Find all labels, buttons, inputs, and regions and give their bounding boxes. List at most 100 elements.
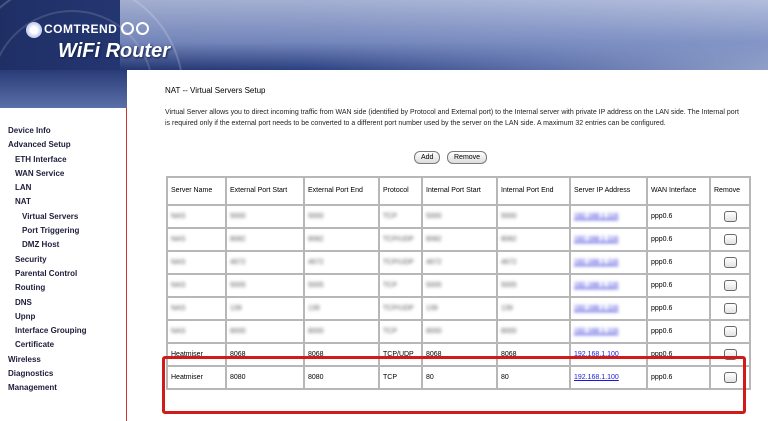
server-ip-link-text[interactable]: 192.168.1.100 [574,374,619,381]
page-title: NAT -- Virtual Servers Setup [165,86,266,95]
external-port-end-cell: 8080 [305,367,378,388]
internal-port-start-cell-text: 5005 [426,282,442,289]
server-name-cell: NAS [168,252,225,273]
internal-port-start-cell-text: 8000 [426,328,442,335]
remove-checkbox[interactable] [723,326,737,337]
server-name-cell: Heatmiser [168,367,225,388]
sidebar-item-interface-grouping[interactable]: Interface Grouping [8,324,87,338]
external-port-end-cell: 8082 [305,229,378,250]
sidebar-item-routing[interactable]: Routing [8,281,87,295]
internal-port-end-cell: 4672 [498,252,569,273]
sidebar-nav: Device Info Advanced Setup ETH Interface WA… [8,124,87,396]
protocol-cell: TCP/UDP [380,252,421,273]
external-port-start-cell-text: 5005 [230,282,246,289]
table-row: Heatmiser 8080 8080 TCP 80 80 192.168.1.100 ppp… [168,367,749,388]
sidebar-item-nat[interactable]: NAT [8,195,87,209]
sidebar: Device Info Advanced Setup ETH Interface WA… [0,108,127,421]
internal-port-start-cell-text: 139 [426,305,438,312]
wan-interface-cell-text: ppp0.6 [651,374,673,381]
protocol-cell-text: TCP [383,282,397,289]
remove-checkbox[interactable] [723,372,737,383]
external-port-start-cell: 139 [227,298,303,319]
sidebar-item-port-triggering[interactable]: Port Triggering [8,224,87,238]
sidebar-item-diagnostics[interactable]: Diagnostics [8,367,87,381]
remove-checkbox[interactable] [723,257,737,268]
remove-cell [711,321,749,342]
sidebar-item-virtual-servers[interactable]: Virtual Servers [8,210,87,224]
external-port-start-cell: 8000 [227,321,303,342]
server-ip-link-text[interactable]: 192.168.1.116 [574,328,618,335]
sidebar-item-certificate[interactable]: Certificate [8,338,87,352]
server-name-cell: NAS [168,321,225,342]
internal-port-end-cell-text: 8000 [501,328,517,335]
col-protocol: Protocol [380,178,421,204]
wan-interface-cell-text: ppp0.6 [651,213,673,220]
remove-cell [711,275,749,296]
external-port-end-cell-text: 139 [308,305,320,312]
col-internal-port-end: Internal Port End [498,178,569,204]
remove-cell [711,344,749,365]
sidebar-item-dmz-host[interactable]: DMZ Host [8,238,87,252]
col-wan-interface: WAN Interface [648,178,709,204]
wan-interface-cell: ppp0.6 [648,252,709,273]
sidebar-item-security[interactable]: Security [8,253,87,267]
server-ip-link-text[interactable]: 192.168.1.116 [574,236,618,243]
protocol-cell: TCP/UDP [380,229,421,250]
sidebar-item-wireless[interactable]: Wireless [8,353,87,367]
remove-checkbox[interactable] [723,280,737,291]
internal-port-end-cell: 80 [498,367,569,388]
sidebar-item-management[interactable]: Management [8,381,87,395]
external-port-start-cell: 8068 [227,344,303,365]
rings-icon [121,22,151,38]
sidebar-item-wan-service[interactable]: WAN Service [8,167,87,181]
sidebar-item-dns[interactable]: DNS [8,296,87,310]
sidebar-item-eth-interface[interactable]: ETH Interface [8,153,87,167]
server-ip-link-text[interactable]: 192.168.1.116 [574,259,618,266]
remove-checkbox[interactable] [723,349,737,360]
remove-checkbox[interactable] [723,211,737,222]
internal-port-start-cell: 5000 [423,206,496,227]
server-ip-link: 192.168.1.116 [571,275,646,296]
server-ip-link-text[interactable]: 192.168.1.116 [574,305,618,312]
remove-checkbox[interactable] [723,303,737,314]
server-name-cell-text: Heatmiser [171,374,203,381]
table-row: NAS 4672 4672 TCP/UDP 4672 4672 192.168.1.116 p… [168,252,749,273]
server-ip-link-text[interactable]: 192.168.1.116 [574,213,618,220]
internal-port-end-cell-text: 5005 [501,282,517,289]
server-ip-link: 192.168.1.100 [571,344,646,365]
page-description: Virtual Server allows you to direct inco… [165,109,739,127]
remove-button[interactable]: Remove [447,151,488,164]
internal-port-end-cell: 8068 [498,344,569,365]
sun-icon [26,22,42,38]
server-ip-link-text[interactable]: 192.168.1.100 [574,351,619,358]
sidebar-item-advanced-setup[interactable]: Advanced Setup [8,138,87,152]
sidebar-item-device-info[interactable]: Device Info [8,124,87,138]
server-name-cell: Heatmiser [168,344,225,365]
external-port-end-cell-text: 8080 [308,374,324,381]
col-server-name: Server Name [168,178,225,204]
sidebar-item-parental-control[interactable]: Parental Control [8,267,87,281]
wan-interface-cell-text: ppp0.6 [651,282,673,289]
wan-interface-cell-text: ppp0.6 [651,236,673,243]
remove-cell [711,298,749,319]
internal-port-start-cell-text: 5000 [426,213,442,220]
add-button[interactable]: Add [414,151,441,164]
external-port-start-cell-text: 4672 [230,259,246,266]
remove-cell [711,367,749,388]
internal-port-start-cell: 80 [423,367,496,388]
external-port-start-cell: 8082 [227,229,303,250]
internal-port-start-cell: 139 [423,298,496,319]
remove-checkbox[interactable] [723,234,737,245]
internal-port-end-cell: 139 [498,298,569,319]
server-ip-link: 192.168.1.116 [571,229,646,250]
protocol-cell-text: TCP [383,328,397,335]
external-port-start-cell: 4672 [227,252,303,273]
sidebar-item-upnp[interactable]: Upnp [8,310,87,324]
internal-port-start-cell-text: 4672 [426,259,442,266]
col-external-port-start: External Port Start [227,178,303,204]
external-port-end-cell: 5005 [305,275,378,296]
sidebar-item-lan[interactable]: LAN [8,181,87,195]
server-name-cell-text: NAS [171,282,186,289]
server-ip-link-text[interactable]: 192.168.1.116 [574,282,618,289]
server-name-cell-text: Heatmiser [171,351,203,358]
